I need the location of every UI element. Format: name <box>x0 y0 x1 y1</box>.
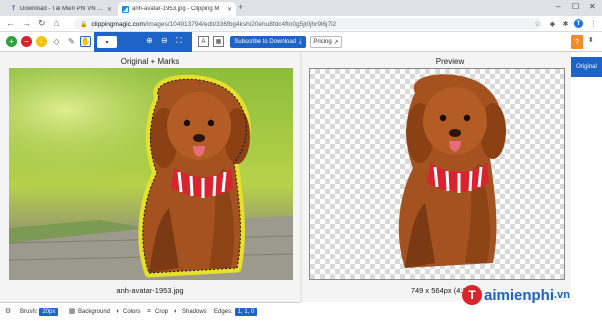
url-path: /images/104913794/edit/336fbg4kshi20ehu8… <box>144 20 337 28</box>
clippingmagic-favicon-icon <box>122 5 129 13</box>
brush-zoom-bar: ▾ ⊕ ⊖ ⛶ <box>94 32 192 52</box>
preview-image <box>398 74 506 268</box>
watermark-suffix: .vn <box>554 289 570 301</box>
bottom-settings-bar: ⚙ Brush: 20px ▦ Background ◑ Colors ⌗ Cr… <box>0 302 300 322</box>
shadows-icon: ◐ <box>173 308 179 315</box>
url-input[interactable]: 🔒 clippingmagic.com /images/104913794/ed… <box>74 18 542 30</box>
url-host: clippingmagic.com <box>91 20 145 28</box>
forward-icon[interactable]: → <box>22 18 31 28</box>
download-icon: ⤓ <box>299 38 302 45</box>
maximize-icon[interactable]: ☐ <box>572 2 579 11</box>
editor-toolbar: + − / ◇ ✎ ✋ ▾ ⊕ ⊖ ⛶ A ▦ Subscribe to Dow… <box>0 32 602 52</box>
star-icon[interactable]: ☆ <box>533 19 542 28</box>
eraser-icon[interactable]: ◇ <box>51 36 62 47</box>
edges-label: Edges: <box>214 309 233 315</box>
taimienphi-favicon-icon: T <box>11 6 16 12</box>
edges-value: 1, 1, 0 <box>234 308 258 316</box>
menu-dots-icon[interactable]: ⋮ <box>589 19 598 28</box>
scalpel-icon[interactable]: ✎ <box>66 36 77 47</box>
subscribe-label: Subscribe to Download <box>234 39 297 45</box>
colors-label: Colors <box>123 309 141 315</box>
tab-title: Download - Tải Miễn Phí VN - Pl <box>20 6 104 12</box>
reload-icon[interactable]: ↻ <box>38 18 46 29</box>
shadows-button[interactable]: ◐ Shadows <box>172 308 207 316</box>
compare-view-icon[interactable]: ▦ <box>213 36 224 47</box>
puzzle-icon[interactable]: ✱ <box>561 19 570 28</box>
pricing-button[interactable]: Pricing ↗ <box>310 36 342 48</box>
home-icon[interactable]: ⌂ <box>54 18 59 28</box>
close-tab-icon[interactable]: ✕ <box>107 6 112 13</box>
original-panel-title: Original + Marks <box>120 57 180 66</box>
original-image-filename: anh-avatar-1953.jpg <box>116 286 184 295</box>
collapse-panel-icon[interactable]: ⬍ <box>588 36 594 44</box>
original-toggle-tab[interactable]: Original <box>571 57 602 77</box>
extension-icon[interactable]: ◆ <box>548 19 557 28</box>
preview-canvas[interactable] <box>309 68 565 280</box>
background-button[interactable]: ▦ Background <box>68 308 110 316</box>
shadows-label: Shadows <box>182 309 207 315</box>
lock-icon: 🔒 <box>80 21 88 28</box>
brush-value: 20px <box>39 308 59 316</box>
brush-label: Brush: <box>20 309 38 315</box>
subscribe-download-button[interactable]: Subscribe to Download ⤓ <box>230 36 306 48</box>
browser-tab-clippingmagic[interactable]: anh-avatar-1953.jpg - Clipping M ✕ <box>118 2 236 16</box>
background-label: Background <box>78 309 111 315</box>
browser-tab-strip: T Download - Tải Miễn Phí VN - Pl ✕ anh-… <box>0 0 602 16</box>
preview-panel-title: Preview <box>435 57 465 66</box>
back-icon[interactable]: ← <box>6 18 15 28</box>
original-image <box>9 68 293 280</box>
close-window-icon[interactable]: ✕ <box>589 2 596 11</box>
zoom-in-icon[interactable]: ⊕ <box>146 36 153 45</box>
text-view-icon[interactable]: A <box>198 36 209 47</box>
pricing-label: Pricing <box>313 39 332 45</box>
crop-label: Crop <box>155 309 169 315</box>
hair-marker-icon[interactable]: / <box>36 36 47 47</box>
remove-marker-icon[interactable]: − <box>21 36 32 47</box>
crop-icon: ⌗ <box>147 308 151 315</box>
browser-tab-download[interactable]: T Download - Tải Miễn Phí VN - Pl ✕ <box>6 2 116 16</box>
original-image-canvas[interactable] <box>9 68 293 280</box>
help-button[interactable]: ? <box>571 35 583 49</box>
tab-title: anh-avatar-1953.jpg - Clipping M <box>132 6 220 12</box>
colors-icon: ◑ <box>114 308 120 315</box>
new-tab-icon[interactable]: + <box>238 2 243 12</box>
address-bar-row: ← → ↻ ⌂ 🔒 clippingmagic.com /images/1049… <box>0 16 602 32</box>
profile-avatar-icon[interactable]: T <box>574 19 583 28</box>
crop-button[interactable]: ⌗ Crop <box>145 308 168 316</box>
colors-button[interactable]: ◑ Colors <box>113 308 140 316</box>
fit-view-icon[interactable]: ⛶ <box>176 36 182 46</box>
taimienphi-watermark: T aimienphi .vn <box>462 285 570 305</box>
close-tab-icon[interactable]: ✕ <box>227 6 232 13</box>
minimize-icon[interactable]: – <box>556 2 560 11</box>
watermark-text: aimienphi <box>484 286 555 304</box>
taimienphi-logo-icon: T <box>462 285 482 305</box>
background-icon: ▦ <box>68 308 76 315</box>
edges-control[interactable]: Edges: 1, 1, 0 <box>214 308 258 316</box>
external-link-icon: ↗ <box>333 39 339 46</box>
keep-marker-icon[interactable]: + <box>6 36 17 47</box>
settings-icon[interactable]: ⚙ <box>4 308 14 316</box>
brush-size-control[interactable]: Brush: 20px <box>20 308 59 316</box>
brush-size-dropdown[interactable]: ▾ <box>97 36 117 48</box>
pan-tool-icon[interactable]: ✋ <box>80 36 91 47</box>
zoom-out-icon[interactable]: ⊖ <box>161 36 168 45</box>
